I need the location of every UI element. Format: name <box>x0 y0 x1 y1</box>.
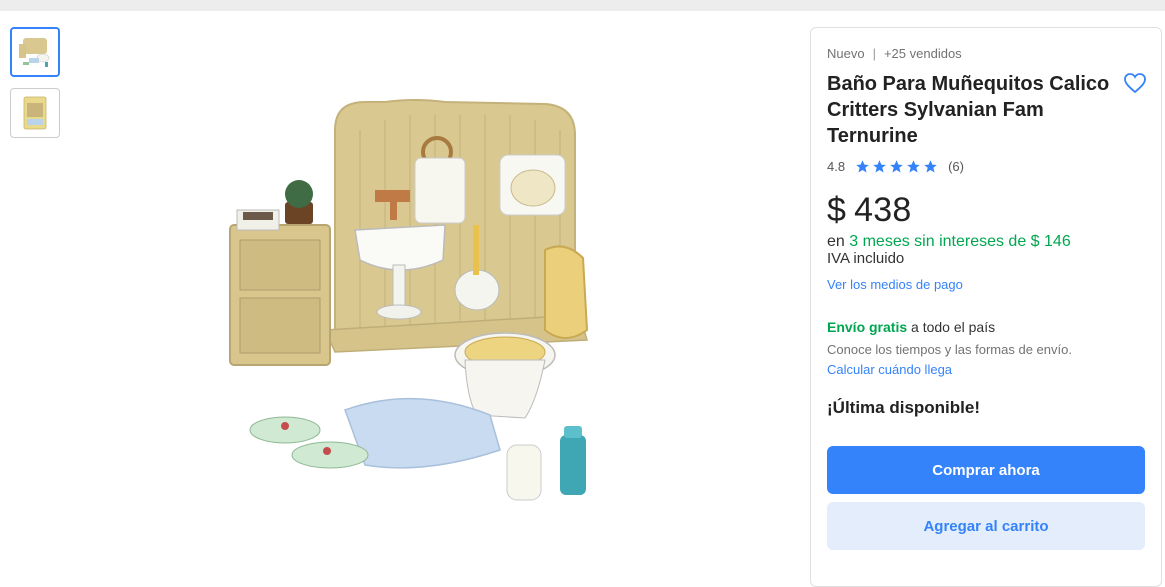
free-shipping-label: Envío gratis <box>827 319 908 335</box>
star-icon <box>907 160 920 173</box>
thumbnail-1[interactable] <box>10 27 60 77</box>
thumbnail-2[interactable] <box>10 88 60 138</box>
thumbnail-image <box>23 96 47 130</box>
meta-separator: | <box>872 46 876 61</box>
buy-now-button[interactable]: Comprar ahora <box>827 446 1145 494</box>
favorite-button[interactable] <box>1123 72 1147 94</box>
shipping-info: Envío gratis a todo el país <box>827 319 995 335</box>
payment-methods-link[interactable]: Ver los medios de pago <box>827 277 963 292</box>
rating-value: 4.8 <box>827 159 846 174</box>
stock-status: ¡Última disponible! <box>827 398 980 417</box>
installments-info: en 3 meses sin intereses de $ 146 <box>827 233 1071 251</box>
installments-text: 3 meses sin intereses de $ 146 <box>849 233 1071 250</box>
product-title: Baño Para Muñequitos Calico Critters Syl… <box>827 73 1110 147</box>
currency-symbol: $ <box>827 191 847 229</box>
sold-count: +25 vendidos <box>883 46 962 61</box>
condition-label: Nuevo <box>827 46 865 61</box>
price-amount: 438 <box>854 191 912 229</box>
thumbnail-image <box>19 38 50 67</box>
rating-count: (6) <box>948 159 964 174</box>
rating-stars <box>855 159 940 174</box>
star-icon <box>890 160 903 173</box>
star-icon <box>924 160 937 173</box>
price: $438 <box>827 191 911 230</box>
shipping-scope: a todo el país <box>911 319 996 335</box>
rating-summary[interactable]: 4.8 (6) <box>827 159 964 174</box>
installments-prefix: en <box>827 233 845 250</box>
star-icon <box>873 160 886 173</box>
shipping-subtitle: Conoce los tiempos y las formas de envío… <box>827 342 1072 357</box>
calculate-delivery-link[interactable]: Calcular cuándo llega <box>827 362 952 377</box>
product-meta: Nuevo | +25 vendidos <box>827 46 962 61</box>
star-icon <box>856 160 869 173</box>
heart-icon <box>1124 73 1146 94</box>
thumbnail-list <box>10 27 60 149</box>
top-bar <box>0 0 1165 11</box>
add-to-cart-button[interactable]: Agregar al carrito <box>827 502 1145 550</box>
product-main-image[interactable] <box>215 90 635 540</box>
tax-note: IVA incluido <box>827 250 905 267</box>
product-info-panel: Nuevo | +25 vendidos Baño Para Muñequito… <box>810 27 1162 587</box>
